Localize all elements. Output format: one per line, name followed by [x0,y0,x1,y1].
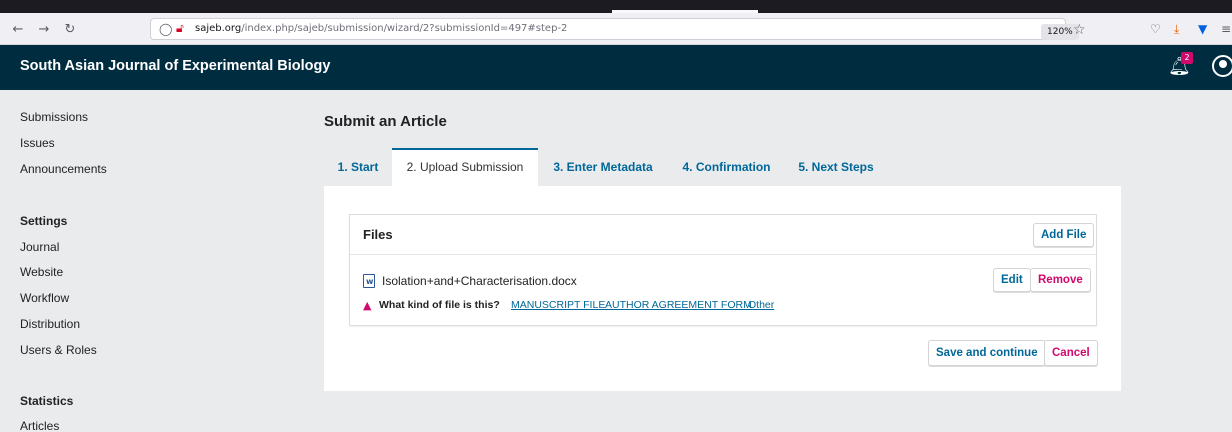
sidebar-item-submissions[interactable]: Submissions [20,110,88,124]
lock-icon[interactable]: 🔓︎ [176,21,184,36]
sidebar-heading-settings: Settings [20,214,68,228]
sidebar-item-announcements[interactable]: Announcements [20,162,107,176]
user-avatar-icon[interactable] [1212,55,1232,77]
word-document-icon: w [363,274,375,288]
file-name[interactable]: Isolation+and+Characterisation.docx [382,274,577,288]
add-file-button[interactable]: Add File [1033,223,1095,247]
tab-confirmation[interactable]: 4. Confirmation [668,148,785,186]
reload-icon[interactable]: ↻ [60,19,80,39]
files-grid: Files Add File w Isolation+and+Character… [349,214,1097,326]
url-domain: sajeb.org [195,23,242,34]
sidebar-item-articles[interactable]: Articles [20,419,59,432]
edit-button[interactable]: Edit [993,268,1031,292]
save-continue-button[interactable]: Save and continue [928,340,1046,366]
extension-icon[interactable]: ▼ [1198,22,1207,36]
url-path: /index.php/sajeb/submission/wizard/2?sub… [241,23,568,34]
genre-manuscript-link[interactable]: MANUSCRIPT FILE [511,299,605,311]
page-title: Submit an Article [324,113,447,130]
url-text[interactable]: sajeb.org/index.php/sajeb/submission/wiz… [195,23,567,34]
files-title: Files [363,227,393,242]
browser-toolbar: ← → ↻ ◯ 🔓︎ sajeb.org/index.php/sajeb/sub… [0,13,1232,45]
upload-panel: Files Add File w Isolation+and+Character… [324,186,1121,391]
sidebar-item-distribution[interactable]: Distribution [20,317,80,331]
remove-button[interactable]: Remove [1030,268,1091,292]
genre-author-agreement-link[interactable]: AUTHOR AGREEMENT FORM [605,299,752,311]
files-header: Files Add File [350,215,1096,255]
download-icon[interactable]: ⤓ [1174,22,1179,37]
app-header: South Asian Journal of Experimental Biol… [0,45,1232,90]
menu-icon[interactable]: ≡ [1221,22,1231,36]
sidebar-heading-statistics: Statistics [20,394,74,408]
url-bar[interactable]: ◯ 🔓︎ sajeb.org/index.php/sajeb/submissio… [150,18,1066,40]
tab-next-steps[interactable]: 5. Next Steps [785,148,887,186]
file-genre-question: What kind of file is this? [379,299,500,311]
tab-upload-submission[interactable]: 2. Upload Submission [392,148,538,186]
bookmark-star-icon[interactable]: ☆ [1073,22,1086,38]
tab-start[interactable]: 1. Start [324,148,392,186]
notification-badge: 2 [1181,52,1193,64]
warning-icon: ▲ [363,299,372,312]
back-icon[interactable]: ← [8,19,28,39]
shield-icon[interactable]: ◯ [159,22,172,36]
cancel-button[interactable]: Cancel [1044,340,1098,366]
sidebar-nav: Submissions Issues Announcements Setting… [0,90,300,432]
sidebar-item-issues[interactable]: Issues [20,136,55,150]
forward-icon[interactable]: → [34,19,54,39]
sidebar-item-journal[interactable]: Journal [20,240,59,254]
sidebar-item-users-roles[interactable]: Users & Roles [20,343,97,357]
journal-title[interactable]: South Asian Journal of Experimental Biol… [20,58,330,74]
sidebar-item-website[interactable]: Website [20,265,63,279]
sidebar-item-workflow[interactable]: Workflow [20,291,69,305]
browser-tab-strip [0,0,1232,13]
genre-other-link[interactable]: Other [748,299,774,311]
tab-enter-metadata[interactable]: 3. Enter Metadata [538,148,668,186]
pocket-icon[interactable]: ♡ [1150,22,1161,36]
